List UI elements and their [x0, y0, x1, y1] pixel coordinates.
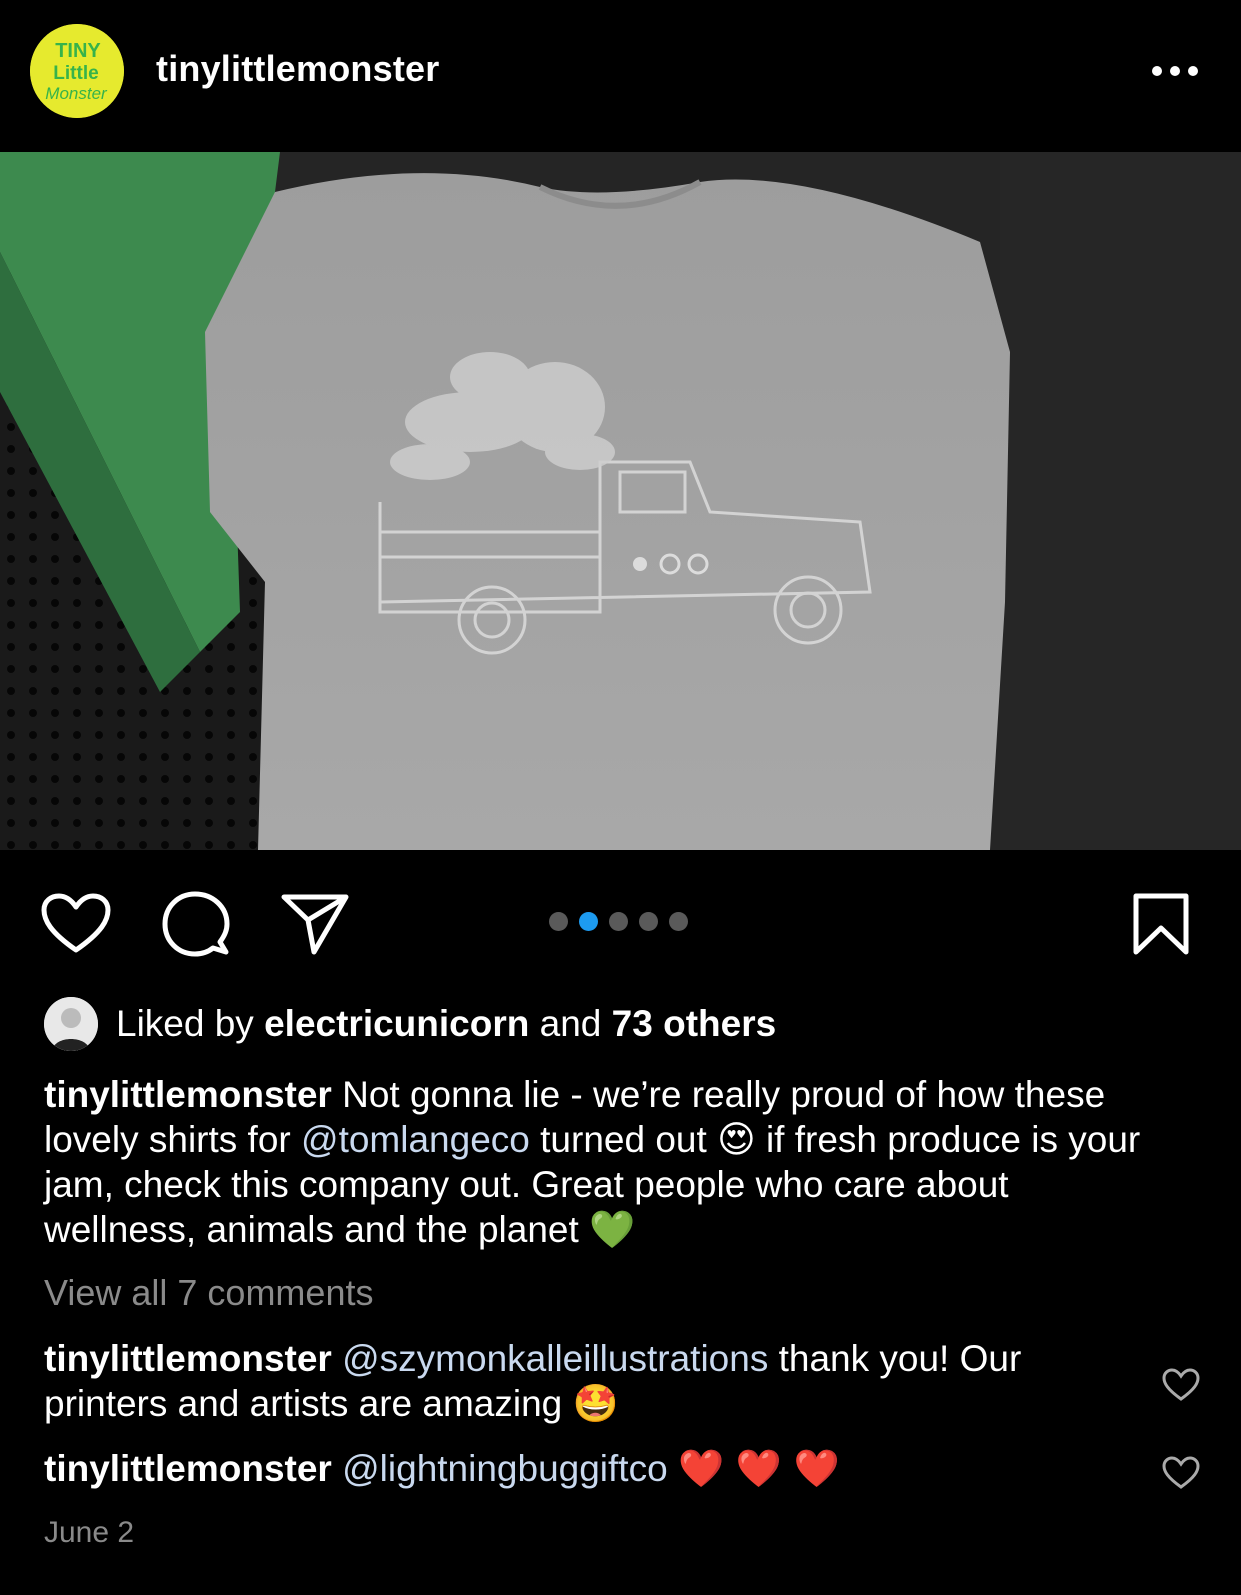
- carousel-dot[interactable]: [549, 912, 568, 931]
- post-username[interactable]: tinylittlemonster: [156, 48, 439, 90]
- profile-avatar[interactable]: TINY Little Monster: [30, 24, 124, 118]
- like-button[interactable]: [40, 892, 112, 961]
- heart-icon: [1162, 1456, 1200, 1489]
- comment-mention[interactable]: @szymonkalleillustrations: [342, 1338, 768, 1379]
- post-image[interactable]: [0, 152, 1241, 850]
- more-options-button[interactable]: [1150, 56, 1200, 86]
- tiny-little-monster-logo: TINY Little Monster: [30, 24, 124, 118]
- carousel-dot[interactable]: [639, 912, 658, 931]
- carousel-indicator: [549, 912, 688, 932]
- bookmark-icon: [1133, 893, 1189, 955]
- post-caption: tinylittlemonster Not gonna lie - we’re …: [44, 1072, 1144, 1252]
- comment: tinylittlemonster @lightningbuggiftco ❤️…: [44, 1446, 1134, 1491]
- liked-by-prefix: Liked by: [116, 1003, 254, 1044]
- green-heart-emoji: 💚: [589, 1208, 636, 1251]
- comment-button[interactable]: [162, 890, 230, 963]
- save-button[interactable]: [1132, 892, 1190, 961]
- carousel-dot[interactable]: [669, 912, 688, 931]
- comment-author[interactable]: tinylittlemonster: [44, 1448, 332, 1489]
- liked-by-and: and: [539, 1003, 602, 1044]
- carousel-dot-active[interactable]: [579, 912, 598, 931]
- comment-like-button[interactable]: [1162, 1368, 1200, 1407]
- caption-text: turned out: [540, 1119, 707, 1160]
- star-struck-emoji: 🤩: [572, 1382, 619, 1425]
- caption-mention[interactable]: @tomlangeco: [301, 1119, 530, 1160]
- liked-by-user[interactable]: electricunicorn: [264, 1003, 529, 1045]
- comment-icon: [162, 891, 230, 957]
- more-horizontal-icon: [1152, 66, 1198, 76]
- send-icon: [281, 894, 349, 955]
- carousel-dot[interactable]: [609, 912, 628, 931]
- svg-text:Little: Little: [53, 63, 98, 84]
- share-button[interactable]: [280, 892, 350, 961]
- heart-icon: [41, 893, 111, 953]
- comment-author[interactable]: tinylittlemonster: [44, 1338, 332, 1379]
- post-header: TINY Little Monster tinylittlemonster: [0, 0, 1241, 150]
- heart-eyes-emoji: 😍: [717, 1118, 756, 1161]
- comment: tinylittlemonster @szymonkalleillustrati…: [44, 1336, 1134, 1426]
- red-hearts-emoji: ❤️ ❤️ ❤️: [677, 1447, 840, 1490]
- likes-count[interactable]: 73 others: [612, 1003, 777, 1045]
- heart-icon: [1162, 1368, 1200, 1401]
- comment-mention[interactable]: @lightningbuggiftco: [342, 1448, 668, 1489]
- post-date: June 2: [44, 1516, 135, 1549]
- view-all-comments-link[interactable]: View all 7 comments: [44, 1272, 373, 1314]
- person-avatar-icon: [44, 997, 98, 1051]
- caption-author[interactable]: tinylittlemonster: [44, 1074, 332, 1115]
- svg-text:TINY: TINY: [55, 40, 101, 62]
- svg-text:Monster: Monster: [45, 84, 108, 103]
- liked-by[interactable]: Liked by electricunicorn and 73 others: [44, 996, 776, 1052]
- liker-avatar: [44, 997, 98, 1051]
- tshirt-photo: [0, 152, 1241, 850]
- comment-like-button[interactable]: [1162, 1456, 1200, 1495]
